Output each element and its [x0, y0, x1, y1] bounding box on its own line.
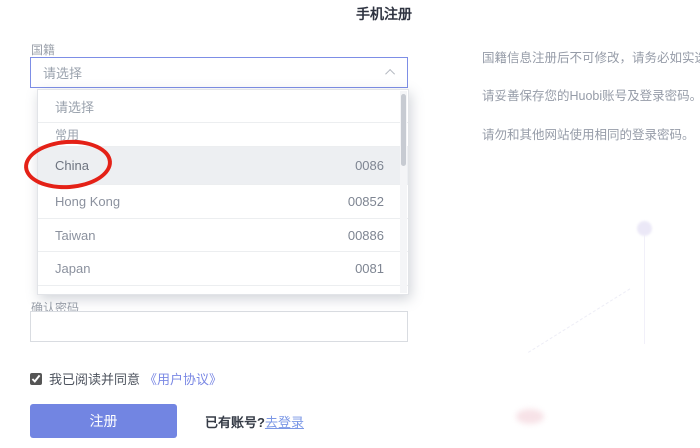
- page-title: 手机注册: [356, 4, 412, 24]
- user-agreement-link[interactable]: 《用户协议》: [144, 369, 222, 388]
- agreement-label: 我已阅读并同意: [49, 369, 140, 388]
- agreement-checkbox[interactable]: [30, 373, 42, 385]
- tip-nationality: 国籍信息注册后不可修改，请务必如实选择。: [482, 51, 700, 65]
- dropdown-option-taiwan[interactable]: Taiwan 00886: [38, 219, 408, 252]
- go-login-link[interactable]: 去登录: [265, 415, 304, 430]
- dropdown-option-placeholder[interactable]: 请选择: [38, 90, 408, 123]
- nationality-select[interactable]: 请选择: [30, 57, 408, 88]
- decor-dashed-line: [528, 288, 630, 352]
- decor-pink-blob: [516, 409, 544, 424]
- decor-constellation-line: [644, 234, 645, 344]
- nationality-label: 国籍: [31, 41, 55, 58]
- register-button[interactable]: 注册: [30, 404, 177, 438]
- tip-unique-password: 请勿和其他网站使用相同的登录密码。: [482, 128, 700, 142]
- dropdown-group-label: 常用: [38, 123, 408, 147]
- tip-save-account: 请妥善保存您的Huobi账号及登录密码。: [482, 89, 700, 103]
- dropdown-option-hong-kong[interactable]: Hong Kong 00852: [38, 185, 408, 219]
- dropdown-option-china[interactable]: China 0086: [38, 147, 408, 185]
- login-row: 已有账号?去登录: [205, 412, 304, 431]
- dropdown-scrollbar-thumb[interactable]: [401, 94, 406, 166]
- confirm-password-input[interactable]: [30, 311, 408, 342]
- agreement-row: 我已阅读并同意 《用户协议》: [30, 369, 222, 388]
- dropdown-option-japan[interactable]: Japan 0081: [38, 252, 408, 286]
- dropdown-scrollbar[interactable]: [400, 91, 407, 293]
- have-account-text: 已有账号?: [205, 415, 265, 430]
- nationality-dropdown: 请选择 常用 China 0086 Hong Kong 00852 Taiwan…: [37, 89, 409, 295]
- nationality-select-value: 请选择: [43, 63, 388, 82]
- tips-panel: 国籍信息注册后不可修改，请务必如实选择。 请妥善保存您的Huobi账号及登录密码…: [482, 51, 700, 166]
